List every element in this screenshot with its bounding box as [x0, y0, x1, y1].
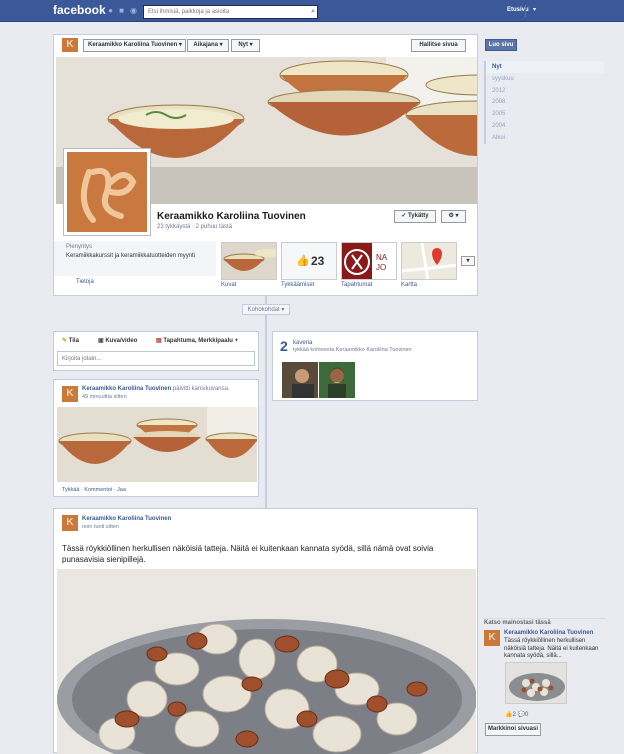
events-image: NAJO — [342, 243, 396, 279]
calendar-icon: ▤ — [156, 338, 162, 344]
profile-picture[interactable] — [63, 148, 151, 236]
create-page-button[interactable]: Luo sivu — [485, 39, 517, 51]
messages-icon[interactable]: ■ — [117, 6, 126, 15]
chevron-down-icon: ▾ — [249, 42, 253, 48]
year-item-september[interactable]: syyskuu — [486, 73, 604, 85]
composer-card: ✎ Tila ▣ Kuva/video ▤ Tapahtuma, Merkkip… — [53, 331, 259, 371]
about-link[interactable]: Tietoja — [76, 279, 94, 285]
mushroom-thumbnail — [506, 663, 566, 703]
camera-icon: ▣ — [98, 338, 104, 344]
timeline-year-nav: Nyt syyskuu 2012 2008 2005 2004 Alkoi — [484, 61, 604, 144]
search-input[interactable]: Etsi ihmisiä, paikkoja ja asioita ⌕ — [143, 5, 318, 19]
post-author[interactable]: Keraamikko Karoliina Tuovinen — [82, 386, 171, 392]
likes-label[interactable]: Tykkäämiset — [281, 282, 314, 288]
pencil-icon: ✎ — [62, 338, 68, 344]
year-item-2005[interactable]: 2005 — [486, 108, 604, 120]
timeline-line — [265, 296, 267, 511]
likes-thumbnail[interactable]: 👍 23 — [281, 242, 337, 280]
event-tab[interactable]: ▤ Tapahtuma, Merkkipaalu + — [156, 337, 238, 344]
notifications-icon[interactable]: ◉ — [129, 6, 138, 15]
search-placeholder: Etsi ihmisiä, paikkoja ja asioita — [148, 9, 230, 15]
events-label[interactable]: Tapahtumat — [341, 282, 372, 288]
friend-avatar[interactable] — [319, 362, 355, 398]
ad-heading: Katso mainostasi tässä — [484, 620, 551, 626]
cover-update-post: K Keraamikko Karoliina Tuovinen päivitti… — [53, 379, 259, 497]
thumbs-up-icon: 👍 — [296, 255, 310, 267]
friends-card: 2 kaveria tykkää kohteesta Keraamikko Ka… — [272, 331, 478, 401]
post-author[interactable]: Keraamikko Karoliina Tuovinen — [82, 516, 171, 522]
divider — [525, 5, 526, 17]
page-name-label: Keraamikko Karoliina Tuovinen — [88, 42, 178, 48]
post-actions[interactable]: Tykkää · Kommentoi · Jaa — [62, 487, 126, 493]
photos-image — [222, 243, 276, 279]
friends-subtitle: tykkää kohteesta Keraamikko Karoliina Tu… — [293, 347, 412, 353]
ad-image[interactable] — [505, 662, 567, 704]
status-tab[interactable]: ✎ Tila — [62, 337, 79, 344]
photo-tab[interactable]: ▣ Kuva/video — [98, 337, 137, 344]
likes-summary: 23 tykkäystä · 2 puhuu tästä — [157, 224, 233, 230]
chevron-down-icon: ▾ — [178, 42, 182, 48]
status-tab-label: Tila — [68, 338, 79, 344]
ad-stats[interactable]: 👍2 💬0 — [505, 711, 528, 718]
event-tab-label: Tapahtuma, Merkkipaalu + — [163, 338, 239, 344]
ad-title[interactable]: Keraamikko Karoliina Tuovinen — [504, 630, 604, 636]
friend-avatar[interactable] — [282, 362, 318, 398]
map-label[interactable]: Kartta — [401, 282, 417, 288]
friends-count: 2 — [280, 338, 288, 354]
post-image[interactable] — [57, 569, 476, 754]
avatar[interactable]: K — [62, 515, 78, 531]
post-timestamp[interactable]: 49 minuuttia sitten — [82, 394, 127, 400]
page-name-button[interactable]: Keraamikko Karoliina Tuovinen ▾ — [83, 39, 186, 52]
map-image — [402, 243, 456, 279]
photos-thumbnail[interactable] — [221, 242, 277, 280]
status-input[interactable]: Kirjoita jotain... — [57, 351, 255, 366]
photo-tab-label: Kuva/video — [105, 338, 138, 344]
highlights-button[interactable]: Kohokohdat ▾ — [242, 304, 290, 315]
year-item-2004[interactable]: 2004 — [486, 120, 604, 132]
post-text: Tässä röykkiöllinen herkullisen näköisiä… — [62, 544, 434, 564]
promote-page-button[interactable]: Markkinoi sivuasi — [485, 723, 541, 736]
category-label: Pienyritys — [66, 244, 93, 250]
post-action: päivitti kansikuvansa. — [171, 386, 230, 392]
liked-button[interactable]: ✓ Tykätty — [394, 210, 436, 223]
search-icon[interactable]: ⌕ — [311, 8, 315, 16]
now-button[interactable]: Nyt ▾ — [231, 39, 260, 52]
friend-requests-icon[interactable]: ● — [106, 6, 115, 15]
mushroom-whistles-image — [57, 569, 476, 754]
year-item-started[interactable]: Alkoi — [486, 132, 604, 144]
account-menu-caret[interactable]: ▾ — [533, 6, 536, 13]
year-item-2012[interactable]: 2012 — [486, 85, 604, 97]
timeline-label: Aikajana — [193, 42, 218, 48]
page-title: Keraamikko Karoliina Tuovinen — [157, 211, 306, 222]
timeline-button[interactable]: Aikajana ▾ — [187, 39, 229, 52]
year-item-now[interactable]: Nyt — [486, 61, 604, 73]
map-thumbnail[interactable] — [401, 242, 457, 280]
photos-label[interactable]: Kuvat — [221, 282, 236, 288]
ad-text: Tässä röykkiöllinen herkullisen näköisiä… — [504, 638, 599, 659]
more-thumbs-button[interactable]: ▾ — [461, 256, 475, 266]
ad-avatar[interactable]: K — [484, 630, 500, 646]
facebook-logo[interactable]: facebook — [53, 3, 106, 17]
post-image[interactable] — [57, 407, 257, 482]
divider — [483, 618, 606, 619]
top-navigation-bar: facebook ● ■ ◉ Etsi ihmisiä, paikkoja ja… — [0, 0, 624, 22]
svg-text:NA: NA — [376, 253, 388, 262]
likes-count: 23 — [311, 254, 325, 268]
page-description: Keramiikkakurssit ja keramiikkatuotteide… — [66, 253, 196, 259]
gear-menu-button[interactable]: ⚙ ▾ — [441, 210, 466, 223]
now-label: Nyt — [238, 42, 248, 48]
avatar[interactable]: K — [62, 386, 78, 402]
friends-label[interactable]: kaveria — [293, 340, 312, 346]
page-mini-avatar[interactable]: K — [62, 38, 78, 52]
about-box[interactable]: Pienyritys Keramiikkakurssit ja keramiik… — [54, 241, 216, 276]
manage-page-button[interactable]: Hallitse sivua — [411, 39, 466, 52]
chevron-down-icon: ▾ — [219, 42, 223, 48]
cover-photo-thumbnail — [57, 407, 257, 482]
post-timestamp[interactable]: noin tunti sitten — [82, 524, 119, 530]
page-logo-image — [67, 152, 147, 232]
svg-text:JO: JO — [376, 263, 386, 272]
year-item-2008[interactable]: 2008 — [486, 96, 604, 108]
events-thumbnail[interactable]: NA JO — [341, 242, 397, 280]
mushroom-post: K Keraamikko Karoliina Tuovinen noin tun… — [53, 508, 478, 754]
